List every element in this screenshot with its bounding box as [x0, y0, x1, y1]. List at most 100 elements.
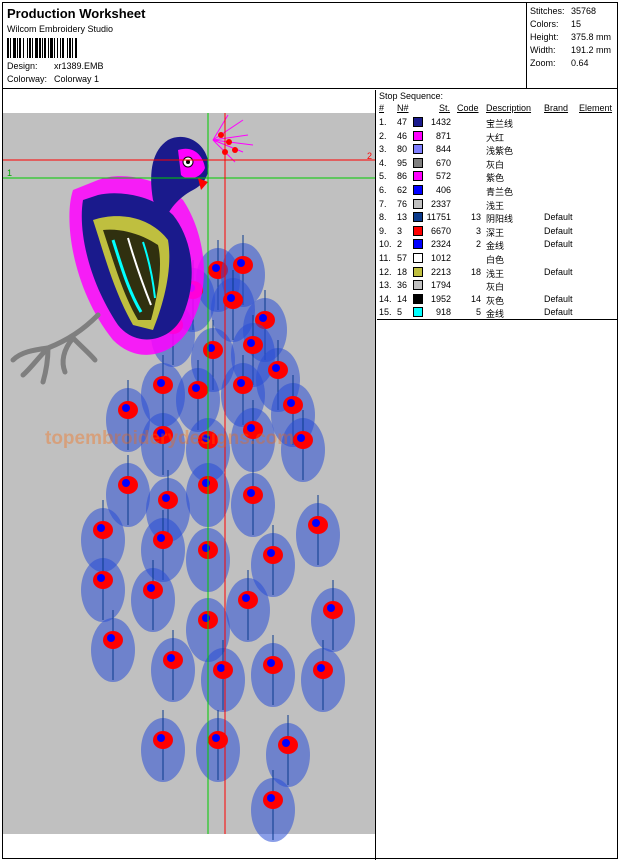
table-row: 6. 62 406 青兰色 [377, 184, 617, 198]
cell-st: 2337 [430, 198, 451, 209]
marker-2: 2 [367, 151, 372, 161]
cell-n: 47 [397, 117, 408, 127]
cell-st: 2213 [430, 266, 451, 277]
cell-desc: 浅王 [486, 200, 505, 211]
cell-st: 572 [435, 171, 451, 182]
cell-n: 86 [397, 171, 408, 182]
cell-desc: 金线 [486, 241, 505, 252]
cell-n: 80 [397, 144, 408, 155]
cell-num: 11. [379, 253, 391, 263]
table-row: 4. 95 670 灰白 [377, 157, 617, 171]
cell-desc: 灰白 [486, 159, 505, 170]
cell-n: 36 [397, 280, 408, 291]
software-name: Wilcom Embroidery Studio [7, 24, 114, 34]
col-code: Code [457, 103, 479, 113]
cell-desc: 青兰色 [486, 187, 514, 197]
cell-st: 1794 [430, 280, 451, 291]
cell-num: 7. [379, 198, 387, 209]
cell-num: 2. [379, 130, 387, 141]
design-meta: Design: xr1389.EMB [7, 61, 104, 71]
marker-1: 1 [7, 168, 12, 178]
colorway-meta: Colorway: Colorway 1 [7, 74, 99, 84]
cell-st: 844 [435, 144, 451, 155]
cell-code: 5 [475, 307, 481, 318]
stat-width: Width: 191.2 mm [530, 45, 612, 55]
col-n: N# [397, 103, 409, 113]
stop-sequence-title: Stop Sequence: [379, 91, 444, 101]
cell-desc: 灰白 [486, 282, 505, 293]
cell-num: 10. [379, 239, 392, 250]
col-brand: Brand [544, 103, 569, 113]
cell-num: 15. [379, 307, 392, 318]
table-row: 7. 76 2337 浅王 [377, 198, 617, 212]
color-swatch [413, 144, 423, 155]
cell-brand: Default [544, 225, 573, 236]
color-swatch [413, 212, 423, 223]
design-preview: 1 2 topembroiderydesigns.com [3, 90, 376, 860]
cell-code: 2 [475, 239, 481, 250]
peacock-embroidery: 1 2 topembroiderydesigns.com [3, 113, 375, 842]
color-swatch [413, 171, 423, 182]
cell-st: 406 [435, 185, 451, 195]
design-label: Design: [7, 61, 38, 71]
cell-code: 14 [470, 293, 481, 304]
color-swatch [413, 157, 423, 168]
cell-st: 1432 [430, 117, 451, 127]
colorway-label: Colorway: [7, 74, 48, 84]
page-title: Production Worksheet [7, 6, 146, 21]
color-swatch [413, 293, 423, 304]
table-row: 3. 80 844 浅紫色 [377, 143, 617, 157]
cell-st: 2324 [430, 239, 451, 250]
cell-num: 8. [379, 212, 387, 223]
color-swatch [413, 253, 423, 263]
header-stats: Stitches: 35768 Colors: 15 Height: 375.8 mm… [528, 3, 617, 89]
worksheet-frame: Production Worksheet Wilcom Embroidery S… [2, 2, 618, 860]
cell-brand: Default [544, 212, 573, 223]
cell-n: 3 [397, 225, 403, 236]
cell-desc: 深王 [486, 227, 505, 238]
cell-st: 1012 [430, 253, 451, 263]
cell-num: 4. [379, 157, 387, 168]
table-row: 2. 46 871 大红 [377, 130, 617, 144]
colorway-value: Colorway 1 [54, 74, 100, 84]
color-swatch [413, 130, 423, 141]
color-swatch [413, 225, 423, 236]
color-swatch [413, 266, 423, 277]
cell-code: 18 [470, 266, 481, 277]
cell-n: 2 [397, 239, 403, 250]
cell-st: 918 [435, 307, 451, 318]
cell-brand: Default [544, 266, 573, 277]
cell-n: 57 [397, 253, 408, 263]
col-num: # [379, 103, 385, 113]
table-row: 5. 86 572 紫色 [377, 170, 617, 184]
stat-colors: Colors: 15 [530, 19, 582, 29]
col-st: St. [439, 103, 451, 113]
stat-height: Height: 375.8 mm [530, 32, 612, 42]
cell-st: 871 [435, 130, 451, 141]
cell-n: 5 [397, 307, 403, 318]
cell-desc: 阴阳线 [486, 214, 514, 225]
col-element: Element [579, 103, 613, 113]
cell-desc: 浅王 [486, 268, 505, 279]
stat-zoom: Zoom: 0.64 [530, 58, 589, 68]
cell-brand: Default [544, 239, 573, 250]
cell-desc: 白色 [486, 255, 505, 265]
cell-n: 62 [397, 185, 408, 195]
cell-num: 6. [379, 185, 387, 195]
cell-st: 1952 [430, 293, 451, 304]
color-swatch [413, 198, 423, 209]
header-info: Production Worksheet Wilcom Embroidery S… [3, 3, 527, 89]
cell-num: 9. [379, 225, 387, 236]
stat-stitches: Stitches: 35768 [530, 6, 597, 16]
cell-n: 13 [397, 212, 408, 223]
cell-n: 95 [397, 157, 408, 168]
color-swatch [413, 239, 423, 250]
cell-st: 6670 [430, 225, 451, 236]
col-description: Description [486, 103, 532, 113]
table-header: # N# St. Code Description Brand Element [377, 103, 617, 114]
cell-st: 670 [435, 157, 451, 168]
cell-desc: 灰色 [486, 295, 505, 306]
design-filename: xr1389.EMB [54, 61, 104, 71]
worksheet-header: Production Worksheet Wilcom Embroidery S… [3, 3, 617, 89]
cell-desc: 金线 [486, 309, 505, 320]
